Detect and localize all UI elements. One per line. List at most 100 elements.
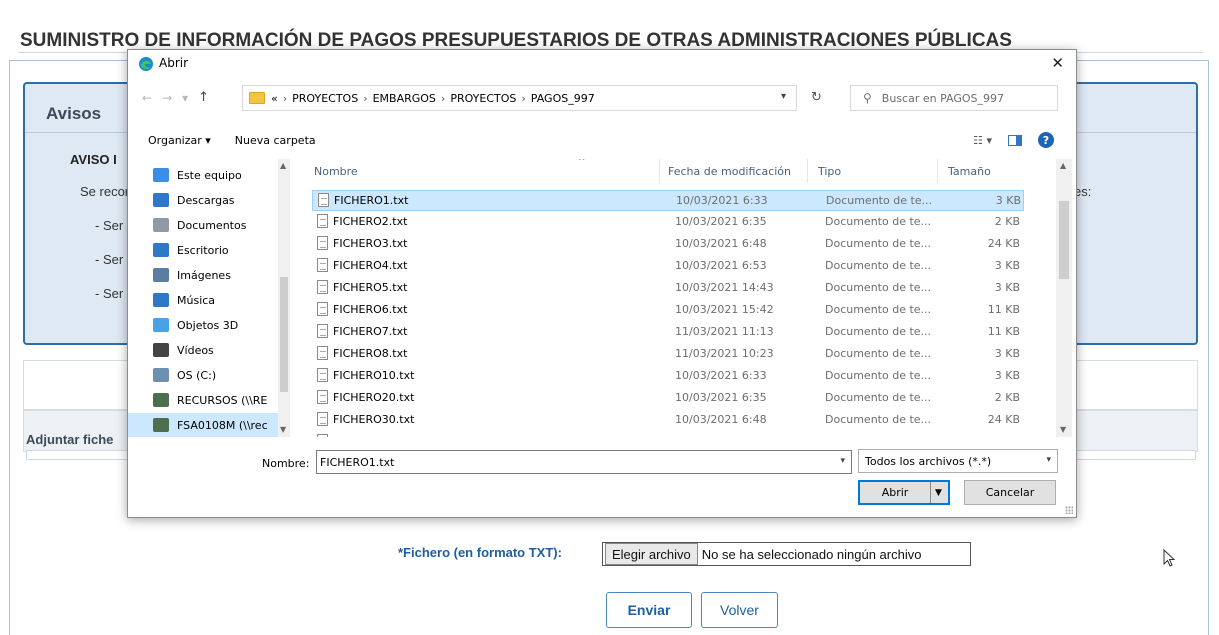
search-placeholder: Buscar en PAGOS_997 <box>881 91 1005 105</box>
breadcrumb-embargos[interactable]: EMBARGOS <box>373 92 436 105</box>
help-icon[interactable]: ? <box>1038 132 1054 148</box>
forward-arrow-icon[interactable]: → <box>162 91 172 105</box>
file-size: 3 KB <box>994 369 1020 382</box>
scroll-down-icon[interactable]: ▼ <box>1060 425 1066 434</box>
nav-item-label: Escritorio <box>177 243 229 257</box>
preview-pane-icon[interactable] <box>1008 134 1022 146</box>
navigation-pane: Este equipo Descargas Documentos Escritorio… <box>128 159 290 437</box>
nav-item[interactable]: Imágenes <box>153 263 231 287</box>
chevron-down-icon[interactable]: ▾ <box>1046 455 1051 465</box>
nav-item[interactable]: Descargas <box>153 188 235 212</box>
sort-ascending-icon: ^ <box>578 159 586 167</box>
choose-file-button[interactable]: Elegir archivo <box>605 543 698 565</box>
text-file-icon <box>317 302 328 316</box>
back-arrow-icon[interactable]: ← <box>142 91 152 105</box>
filter-value: Todos los archivos (*.*) <box>865 454 992 468</box>
scroll-up-icon[interactable]: ▲ <box>1060 161 1066 170</box>
network-drive-icon <box>153 418 169 432</box>
nav-item[interactable]: FSA0108M (\\rec <box>128 413 278 437</box>
avisos-title: Avisos <box>46 104 102 123</box>
nav-item-label: Objetos 3D <box>177 318 239 332</box>
search-box[interactable]: ⚲ Buscar en PAGOS_997 <box>850 85 1058 111</box>
nav-item[interactable]: OS (C:) <box>153 363 216 387</box>
breadcrumb-overflow[interactable]: « <box>271 92 278 105</box>
column-header-date[interactable]: Fecha de modificación <box>660 159 808 183</box>
address-bar[interactable]: « › PROYECTOS › EMBARGOS › PROYECTOS › P… <box>242 85 797 111</box>
file-type: Documento de te... <box>826 194 933 207</box>
breadcrumb-proyectos[interactable]: PROYECTOS <box>292 92 358 105</box>
file-date: 10/03/2021 6:35 <box>675 391 767 404</box>
file-name: FICHERO7.txt <box>333 325 408 338</box>
file-row[interactable]: FICHERO6.txt 10/03/2021 15:42 Documento de… <box>312 300 1024 321</box>
cancel-button[interactable]: Cancelar <box>964 480 1056 505</box>
image-icon <box>153 268 169 282</box>
scroll-down-icon[interactable]: ▼ <box>280 425 286 434</box>
file-row[interactable]: FICHERO5.txt 10/03/2021 14:43 Documento de… <box>312 278 1024 299</box>
file-row[interactable]: FICHERO7.txt 11/03/2021 11:13 Documento de… <box>312 322 1024 343</box>
file-name: FICHERO10.txt <box>333 369 415 382</box>
navigation-scrollbar[interactable]: ▲ ▼ <box>278 159 290 437</box>
text-file-icon <box>317 280 328 294</box>
file-type: Documento de te... <box>825 347 932 360</box>
breadcrumb-pagos[interactable]: PAGOS_997 <box>531 92 595 105</box>
enviar-button[interactable]: Enviar <box>606 592 692 628</box>
nav-item[interactable]: Vídeos <box>153 338 214 362</box>
up-arrow-icon[interactable]: ↑ <box>198 90 209 105</box>
file-size: 3 KB <box>994 259 1020 272</box>
text-file-icon <box>317 368 328 382</box>
organize-menu[interactable]: Organizar ▾ <box>148 134 211 147</box>
nav-item[interactable]: Escritorio <box>153 238 229 262</box>
file-row[interactable]: FICHERO1.txt 10/03/2021 6:33 Documento de … <box>312 190 1024 211</box>
text-file-icon <box>317 258 328 272</box>
nav-item[interactable]: Objetos 3D <box>153 313 238 337</box>
chevron-down-icon[interactable]: ▾ <box>840 456 845 466</box>
open-button-label: Abrir <box>881 486 909 499</box>
file-date: 10/03/2021 14:43 <box>675 281 774 294</box>
cube-icon <box>153 318 169 332</box>
chevron-down-icon[interactable]: ▾ <box>781 91 786 102</box>
scroll-up-icon[interactable]: ▲ <box>280 161 286 170</box>
open-options-dropdown[interactable]: ▼ <box>930 482 946 503</box>
nav-item-label: Documentos <box>177 218 247 232</box>
new-folder-button[interactable]: Nueva carpeta <box>235 134 316 147</box>
nav-item[interactable]: RECURSOS (\\RE <box>153 388 267 412</box>
nav-item[interactable]: Documentos <box>153 213 246 237</box>
file-row[interactable]: FICHERO4.txt 10/03/2021 6:53 Documento de … <box>312 256 1024 277</box>
refresh-icon[interactable]: ↻ <box>811 90 822 105</box>
file-row[interactable]: FICHERO8.txt 11/03/2021 10:23 Documento de… <box>312 344 1024 365</box>
file-date: 10/03/2021 6:33 <box>675 369 767 382</box>
column-header-type[interactable]: Tipo <box>808 159 938 183</box>
file-row[interactable]: FICHERO3.txt 10/03/2021 6:48 Documento de … <box>312 234 1024 255</box>
recent-locations-icon[interactable]: ▾ <box>182 91 188 105</box>
view-options-icon[interactable]: ☷ ▾ <box>973 134 992 147</box>
volver-button[interactable]: Volver <box>701 592 778 628</box>
resize-grip-icon[interactable] <box>1065 506 1073 514</box>
column-header-name[interactable]: Nombre <box>298 159 660 183</box>
file-date: 10/03/2021 6:48 <box>675 237 767 250</box>
scrollbar-thumb[interactable] <box>280 277 288 392</box>
file-size: 3 KB <box>995 194 1021 207</box>
file-row[interactable]: FICHERO2.txt 10/03/2021 6:35 Documento de … <box>312 212 1024 233</box>
file-type-filter[interactable]: Todos los archivos (*.*) ▾ <box>858 449 1058 473</box>
breadcrumb-proyectos-sub[interactable]: PROYECTOS <box>450 92 516 105</box>
nav-item[interactable]: Música <box>153 288 215 312</box>
file-row[interactable]: FICHERO40.txt 10/03/2021 6:53 Documento de… <box>312 432 1024 437</box>
column-header-size[interactable]: Tamaño <box>938 159 1028 183</box>
fichero-label: *Fichero (en formato TXT): <box>398 545 562 560</box>
file-row[interactable]: FICHERO10.txt 10/03/2021 6:33 Documento de… <box>312 366 1024 387</box>
text-file-icon <box>317 390 328 404</box>
file-row[interactable]: FICHERO30.txt 10/03/2021 6:48 Documento de… <box>312 410 1024 431</box>
close-icon[interactable]: ✕ <box>1051 54 1064 72</box>
column-label: Tipo <box>818 164 842 178</box>
file-input[interactable]: Elegir archivo No se ha seleccionado nin… <box>602 542 971 566</box>
scrollbar-thumb[interactable] <box>1059 201 1069 279</box>
file-list-scrollbar[interactable]: ▲ ▼ <box>1056 159 1072 437</box>
file-row[interactable]: FICHERO20.txt 10/03/2021 6:35 Documento de… <box>312 388 1024 409</box>
open-button[interactable]: Abrir ▼ <box>858 480 950 505</box>
text-file-icon <box>317 412 328 426</box>
filename-input[interactable]: FICHERO1.txt ▾ <box>316 450 852 474</box>
nav-item[interactable]: Este equipo <box>153 163 242 187</box>
file-type: Documento de te... <box>825 215 932 228</box>
video-icon <box>153 343 169 357</box>
chevron-right-icon: › <box>282 91 288 105</box>
